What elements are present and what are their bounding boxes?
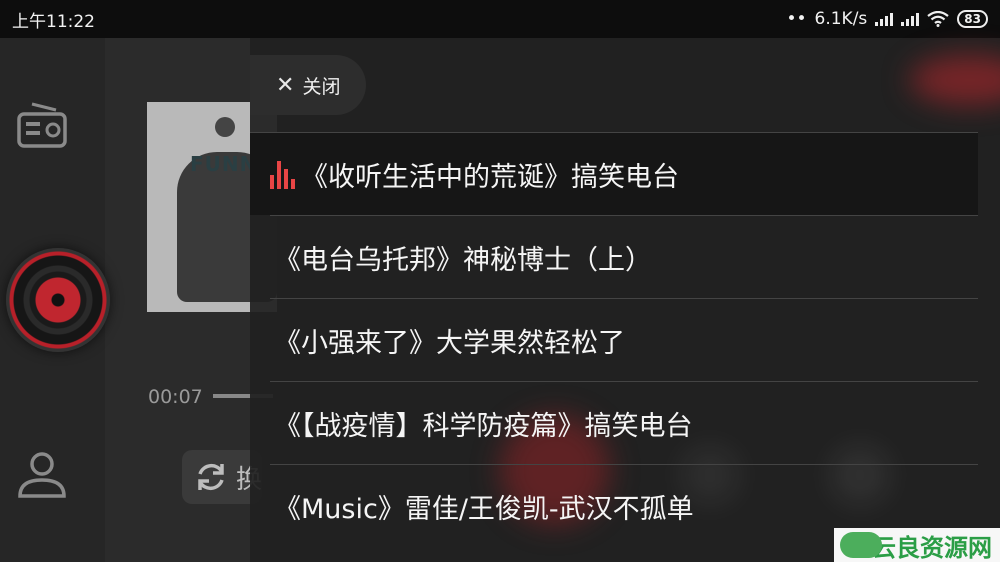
equalizer-icon — [270, 159, 295, 189]
signal-icon — [875, 12, 894, 26]
playlist-item-title: 《【战疫情】科学防疫篇》搞笑电台 — [274, 410, 693, 442]
close-button[interactable]: ✕ 关闭 — [250, 55, 366, 115]
playlist-item[interactable]: 《电台乌托邦》神秘博士（上） — [270, 215, 978, 298]
person-icon[interactable] — [16, 450, 68, 500]
close-label: 关闭 — [302, 75, 341, 98]
battery-indicator: 83 — [957, 10, 988, 28]
signal-icon — [901, 12, 920, 26]
elapsed-time: 00:07 — [148, 386, 203, 408]
close-icon: ✕ — [276, 72, 295, 98]
cloud-logo-icon — [840, 532, 882, 558]
status-indicators: •• 6.1K/s 83 — [786, 9, 988, 29]
more-dots-icon: •• — [786, 9, 807, 29]
watermark-text: 云良资源网 — [872, 533, 992, 562]
album-logo — [215, 117, 235, 137]
wifi-icon — [927, 11, 949, 27]
playlist-item-title: 《电台乌托邦》神秘博士（上） — [274, 244, 652, 276]
playlist-item-title: 《收听生活中的荒诞》搞笑电台 — [301, 161, 679, 193]
radio-icon[interactable] — [16, 100, 68, 150]
refresh-icon — [198, 463, 224, 491]
watermark: 云良资源网 — [834, 528, 1000, 562]
vinyl-icon[interactable] — [6, 248, 110, 352]
status-bar: 上午11:22 •• 6.1K/s 83 — [0, 0, 1000, 38]
status-time: 上午11:22 — [12, 11, 95, 32]
playlist-item-playing[interactable]: 《收听生活中的荒诞》搞笑电台 — [250, 132, 978, 215]
network-speed: 6.1K/s — [814, 9, 868, 29]
album-text: FUNN — [190, 152, 258, 176]
playlist: 《收听生活中的荒诞》搞笑电台 《电台乌托邦》神秘博士（上） 《小强来了》大学果然… — [250, 132, 1000, 547]
playlist-item-title: 《Music》雷佳/王俊凯-武汉不孤单 — [274, 493, 694, 525]
playlist-item-title: 《小强来了》大学果然轻松了 — [274, 327, 625, 359]
playlist-item[interactable]: 《【战疫情】科学防疫篇》搞笑电台 — [270, 381, 978, 464]
playlist-item[interactable]: 《小强来了》大学果然轻松了 — [270, 298, 978, 381]
